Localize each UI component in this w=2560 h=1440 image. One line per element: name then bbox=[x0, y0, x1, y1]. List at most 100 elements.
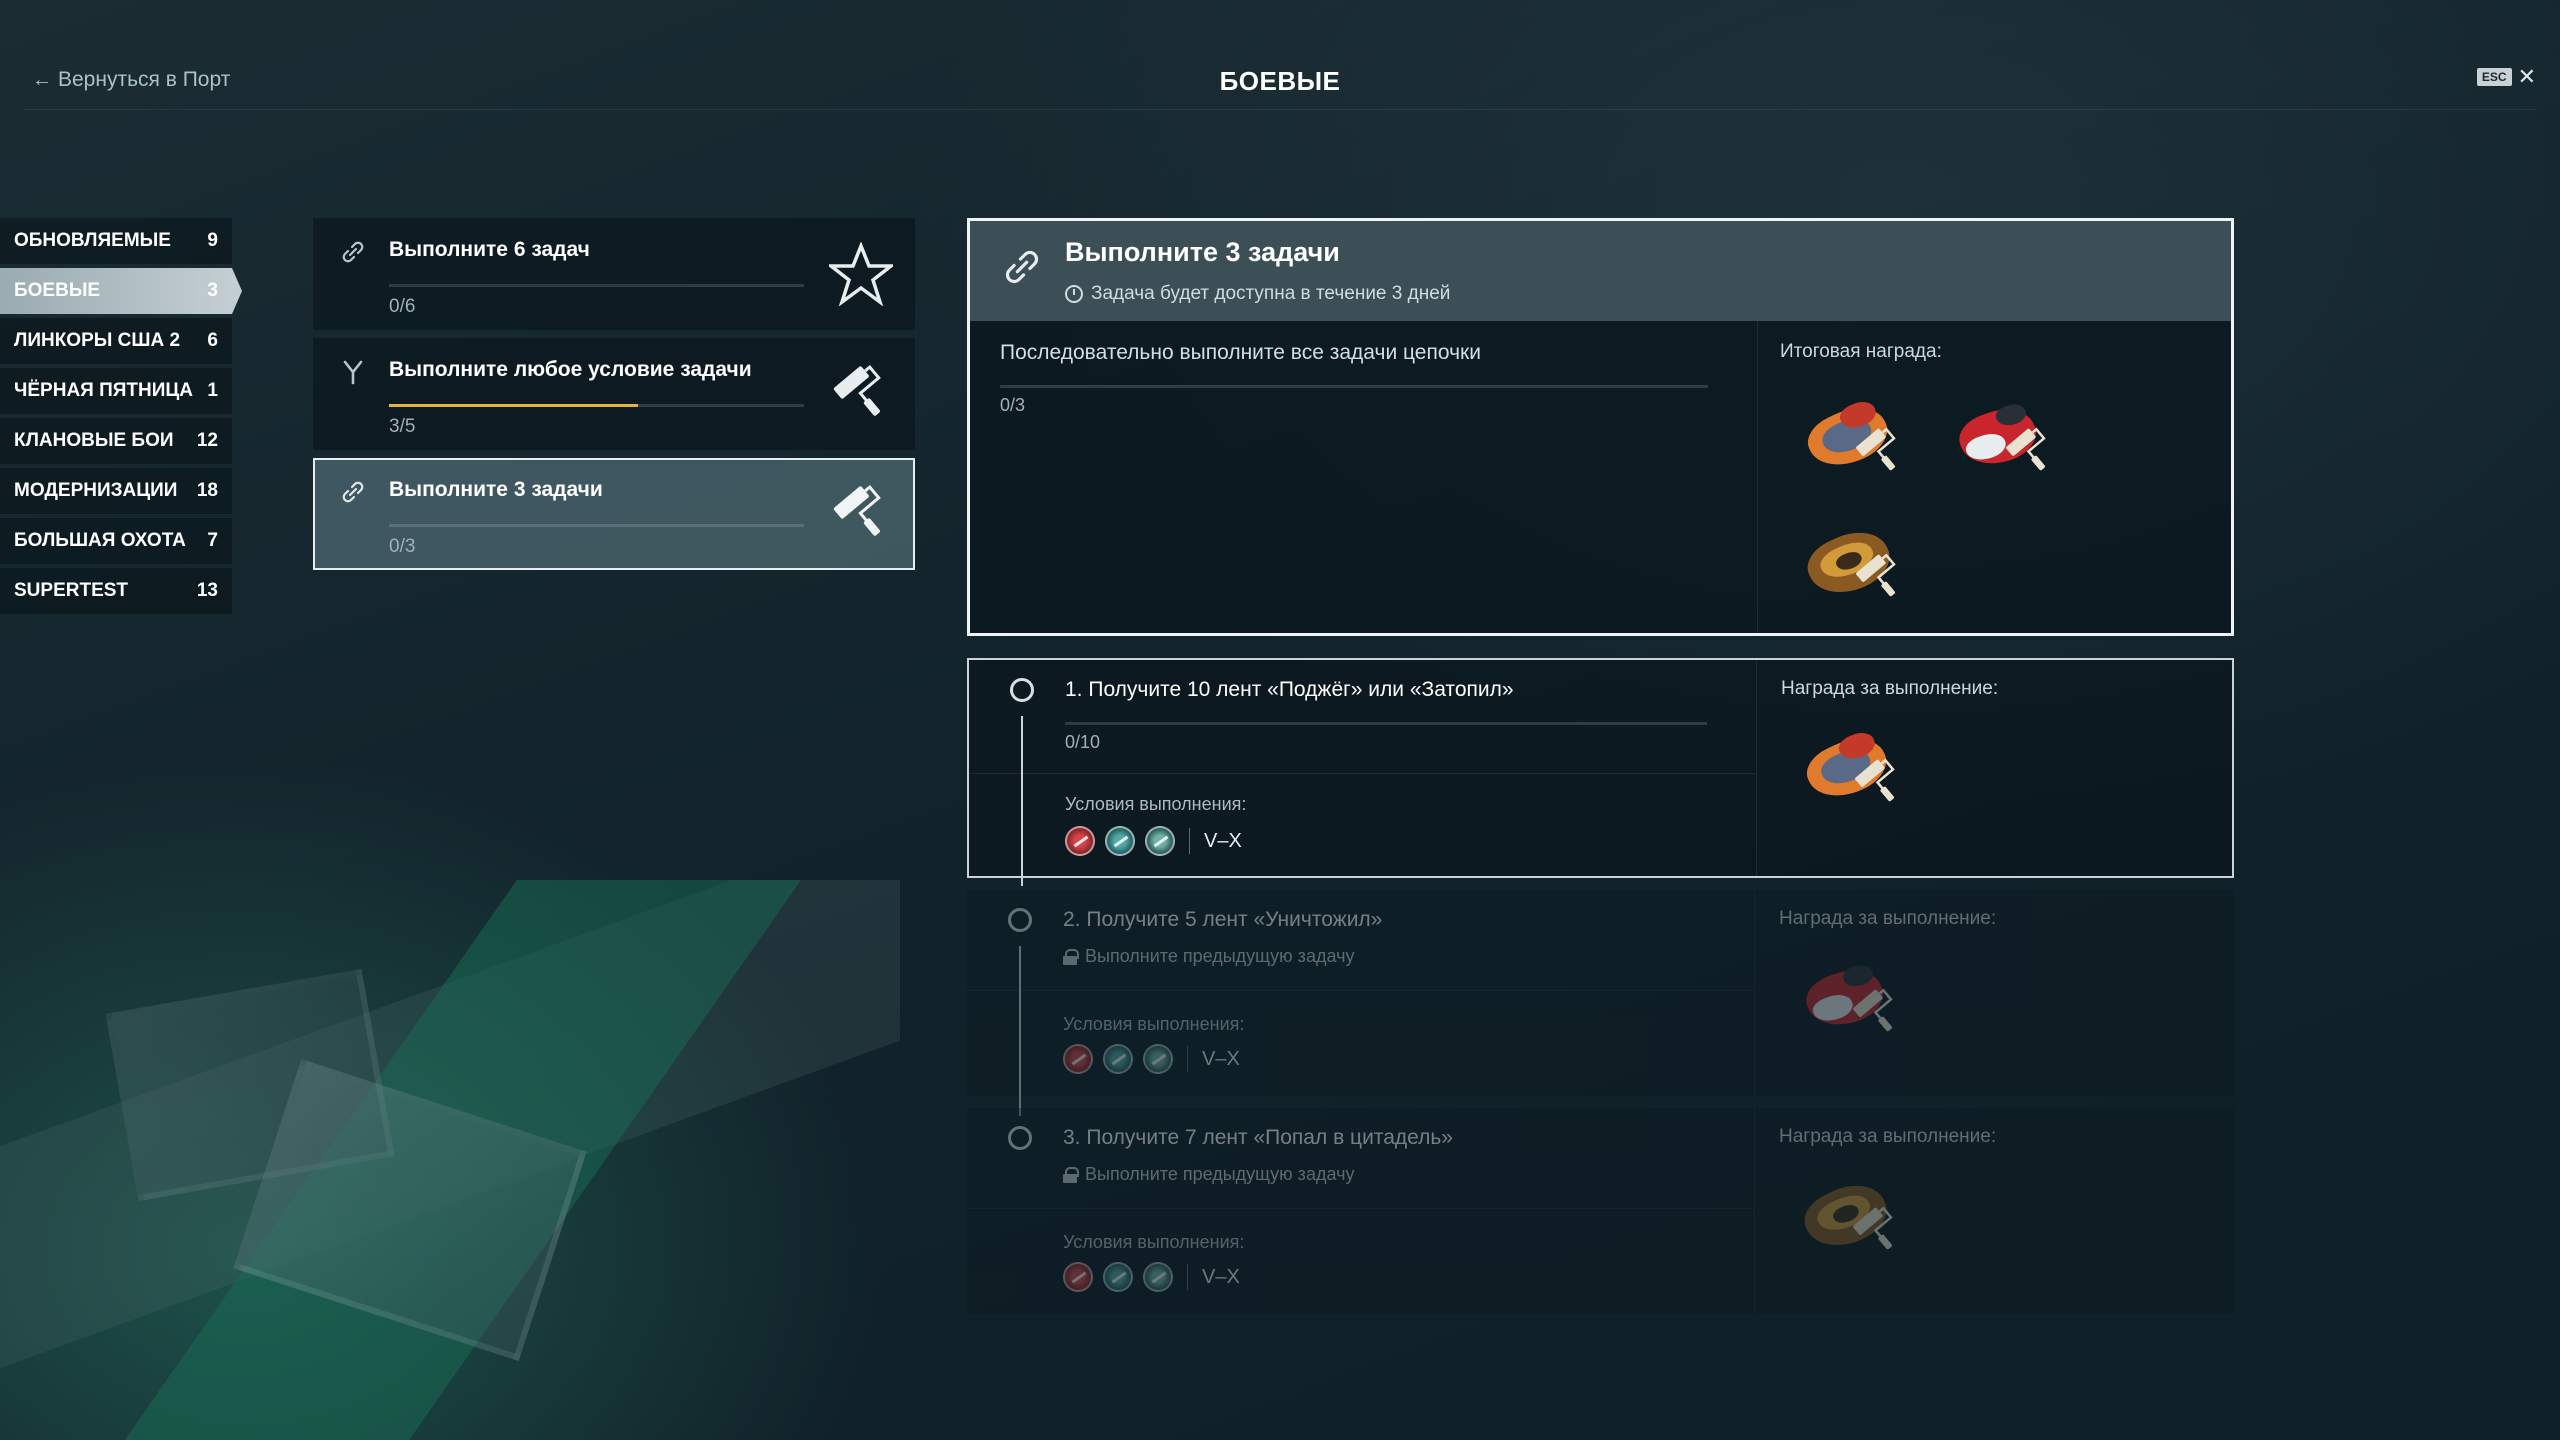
sidebar-item-modernizations[interactable]: МОДЕРНИЗАЦИИ 18 bbox=[0, 468, 232, 514]
chain-connector bbox=[1021, 716, 1023, 886]
sidebar-item-combat[interactable]: БОЕВЫЕ 3 bbox=[0, 268, 242, 314]
paint-roller-icon bbox=[1856, 553, 1896, 597]
divider bbox=[1756, 660, 1757, 876]
divider bbox=[1757, 321, 1758, 633]
camouflage-reward-icon[interactable] bbox=[1797, 1173, 1907, 1264]
destroyer-class-icon bbox=[1063, 1262, 1093, 1292]
locked-note: Выполните предыдущую задачу bbox=[1063, 946, 1354, 967]
sidebar-item-label: КЛАНОВЫЕ БОИ bbox=[14, 430, 174, 451]
conditions-row: V–X bbox=[1063, 1262, 1240, 1292]
lock-icon bbox=[1063, 1166, 1079, 1183]
camouflage-reward-icon[interactable] bbox=[1800, 395, 1910, 485]
camouflage-reward-icon[interactable] bbox=[1950, 395, 2060, 485]
task-card[interactable]: Выполните любое условие задачи 3/5 bbox=[313, 338, 915, 450]
paint-roller-icon bbox=[1855, 758, 1895, 802]
subtask-title: 1. Получите 10 лент «Поджёг» или «Затопи… bbox=[1065, 678, 1514, 701]
separator bbox=[1187, 1046, 1188, 1072]
sidebar-item-label: SUPERTEST bbox=[14, 580, 129, 601]
sidebar-item-us-battleships[interactable]: ЛИНКОРЫ США 2 6 bbox=[0, 318, 232, 364]
sidebar-item-count: 13 bbox=[196, 580, 218, 601]
subtask-card-locked[interactable]: 3. Получите 7 лент «Попал в цитадель» Вы… bbox=[967, 1108, 2234, 1314]
sidebar-item-count: 18 bbox=[196, 480, 218, 501]
subtask-title: 2. Получите 5 лент «Уничтожил» bbox=[1063, 908, 1383, 931]
sidebar-item-clan-battles[interactable]: КЛАНОВЫЕ БОИ 12 bbox=[0, 418, 232, 464]
chain-task-body: Последовательно выполните все задачи цеп… bbox=[970, 321, 2231, 633]
sidebar-item-label: ОБНОВЛЯЕМЫЕ bbox=[14, 230, 171, 251]
chain-link-icon bbox=[342, 481, 364, 503]
task-progress-bar bbox=[389, 284, 804, 287]
sidebar-item-label: МОДЕРНИЗАЦИИ bbox=[14, 480, 178, 501]
availability-note: Задача будет доступна в течение 3 дней bbox=[1065, 283, 1450, 305]
conditions-label: Условия выполнения: bbox=[1063, 1014, 1245, 1034]
esc-badge: ESC bbox=[2476, 68, 2512, 86]
task-title: Выполните любое условие задачи bbox=[389, 358, 752, 381]
subtask-progress-bar bbox=[1065, 722, 1707, 725]
camouflage-reward-icon[interactable] bbox=[1800, 520, 1910, 611]
task-progress-text: 0/6 bbox=[389, 296, 416, 317]
sidebar-item-big-hunt[interactable]: БОЛЬШАЯ ОХОТА 7 bbox=[0, 518, 232, 564]
conditions-row: V–X bbox=[1065, 826, 1242, 856]
subtask-card-locked[interactable]: 2. Получите 5 лент «Уничтожил» Выполните… bbox=[967, 890, 2234, 1116]
task-card[interactable]: Выполните 6 задач 0/6 bbox=[313, 218, 915, 330]
task-title: Выполните 3 задачи bbox=[389, 478, 603, 501]
paint-roller-icon bbox=[1856, 427, 1896, 471]
sidebar-item-label: БОЛЬШАЯ ОХОТА bbox=[14, 530, 186, 551]
separator bbox=[1187, 1264, 1188, 1290]
chain-task-panel: Выполните 3 задачи Задача будет доступна… bbox=[967, 218, 2234, 636]
locked-text: Выполните предыдущую задачу bbox=[1085, 946, 1355, 966]
close-button[interactable]: ESC ✕ bbox=[2476, 64, 2536, 90]
tier-range: V–X bbox=[1202, 1265, 1240, 1288]
divider bbox=[967, 990, 1754, 991]
battleship-class-icon bbox=[1145, 826, 1175, 856]
sidebar-item-updatable[interactable]: ОБНОВЛЯЕМЫЕ 9 bbox=[0, 218, 232, 264]
task-progress-bar bbox=[389, 524, 804, 527]
chain-progress-bar bbox=[1000, 385, 1708, 388]
conditions-label: Условия выполнения: bbox=[1063, 1232, 1245, 1252]
page-title: БОЕВЫЕ bbox=[1219, 66, 1341, 96]
sidebar-item-label: БОЕВЫЕ bbox=[14, 280, 101, 301]
branch-icon bbox=[343, 360, 363, 385]
chain-progress-text: 0/3 bbox=[1000, 395, 1026, 415]
cruiser-class-icon bbox=[1103, 1044, 1133, 1074]
divider bbox=[1754, 1108, 1755, 1314]
battleship-class-icon bbox=[1143, 1262, 1173, 1292]
chain-connector bbox=[1019, 946, 1021, 1116]
paint-roller-icon bbox=[1853, 1206, 1893, 1250]
reward-label: Награда за выполнение: bbox=[1781, 678, 1999, 699]
status-circle-icon bbox=[1008, 908, 1032, 932]
sidebar-item-label: ЧЁРНАЯ ПЯТНИЦА bbox=[14, 380, 194, 401]
subtask-card[interactable]: 1. Получите 10 лент «Поджёг» или «Затопи… bbox=[967, 658, 2234, 886]
cruiser-class-icon bbox=[1105, 826, 1135, 856]
task-title: Выполните 6 задач bbox=[389, 238, 590, 261]
destroyer-class-icon bbox=[1065, 826, 1095, 856]
task-progress-text: 0/3 bbox=[389, 536, 416, 557]
sidebar-item-supertest[interactable]: SUPERTEST 13 bbox=[0, 568, 232, 614]
clock-icon bbox=[1065, 285, 1083, 303]
camouflage-reward-icon[interactable] bbox=[1799, 726, 1909, 816]
camouflage-reward-icon[interactable] bbox=[1797, 956, 1907, 1046]
conditions-row: V–X bbox=[1063, 1044, 1240, 1074]
task-progress-text: 3/5 bbox=[389, 416, 416, 437]
chain-link-icon bbox=[342, 241, 364, 263]
sidebar-item-count: 12 bbox=[196, 430, 218, 451]
separator bbox=[1189, 828, 1190, 854]
divider bbox=[1754, 890, 1755, 1096]
conditions-label: Условия выполнения: bbox=[1065, 794, 1247, 814]
destroyer-class-icon bbox=[1063, 1044, 1093, 1074]
reward-label: Награда за выполнение: bbox=[1779, 908, 1997, 929]
divider bbox=[967, 1208, 1754, 1209]
battleship-class-icon bbox=[1143, 1044, 1173, 1074]
sidebar-item-count: 6 bbox=[207, 330, 218, 351]
status-circle-icon bbox=[1008, 1126, 1032, 1150]
paint-roller-icon bbox=[1853, 988, 1893, 1032]
sidebar-item-label: ЛИНКОРЫ США 2 bbox=[14, 330, 181, 351]
lock-icon bbox=[1063, 948, 1079, 965]
top-bar: ← Вернуться в Порт БОЕВЫЕ ESC ✕ bbox=[24, 50, 2536, 110]
tier-range: V–X bbox=[1202, 1047, 1240, 1070]
task-card-selected[interactable]: Выполните 3 задачи 0/3 bbox=[313, 458, 915, 570]
locked-note: Выполните предыдущую задачу bbox=[1063, 1164, 1354, 1185]
sidebar-item-count: 7 bbox=[207, 530, 218, 551]
sidebar-item-black-friday[interactable]: ЧЁРНАЯ ПЯТНИЦА 1 bbox=[0, 368, 232, 414]
cruiser-class-icon bbox=[1103, 1262, 1133, 1292]
paint-roller-icon bbox=[833, 484, 881, 536]
